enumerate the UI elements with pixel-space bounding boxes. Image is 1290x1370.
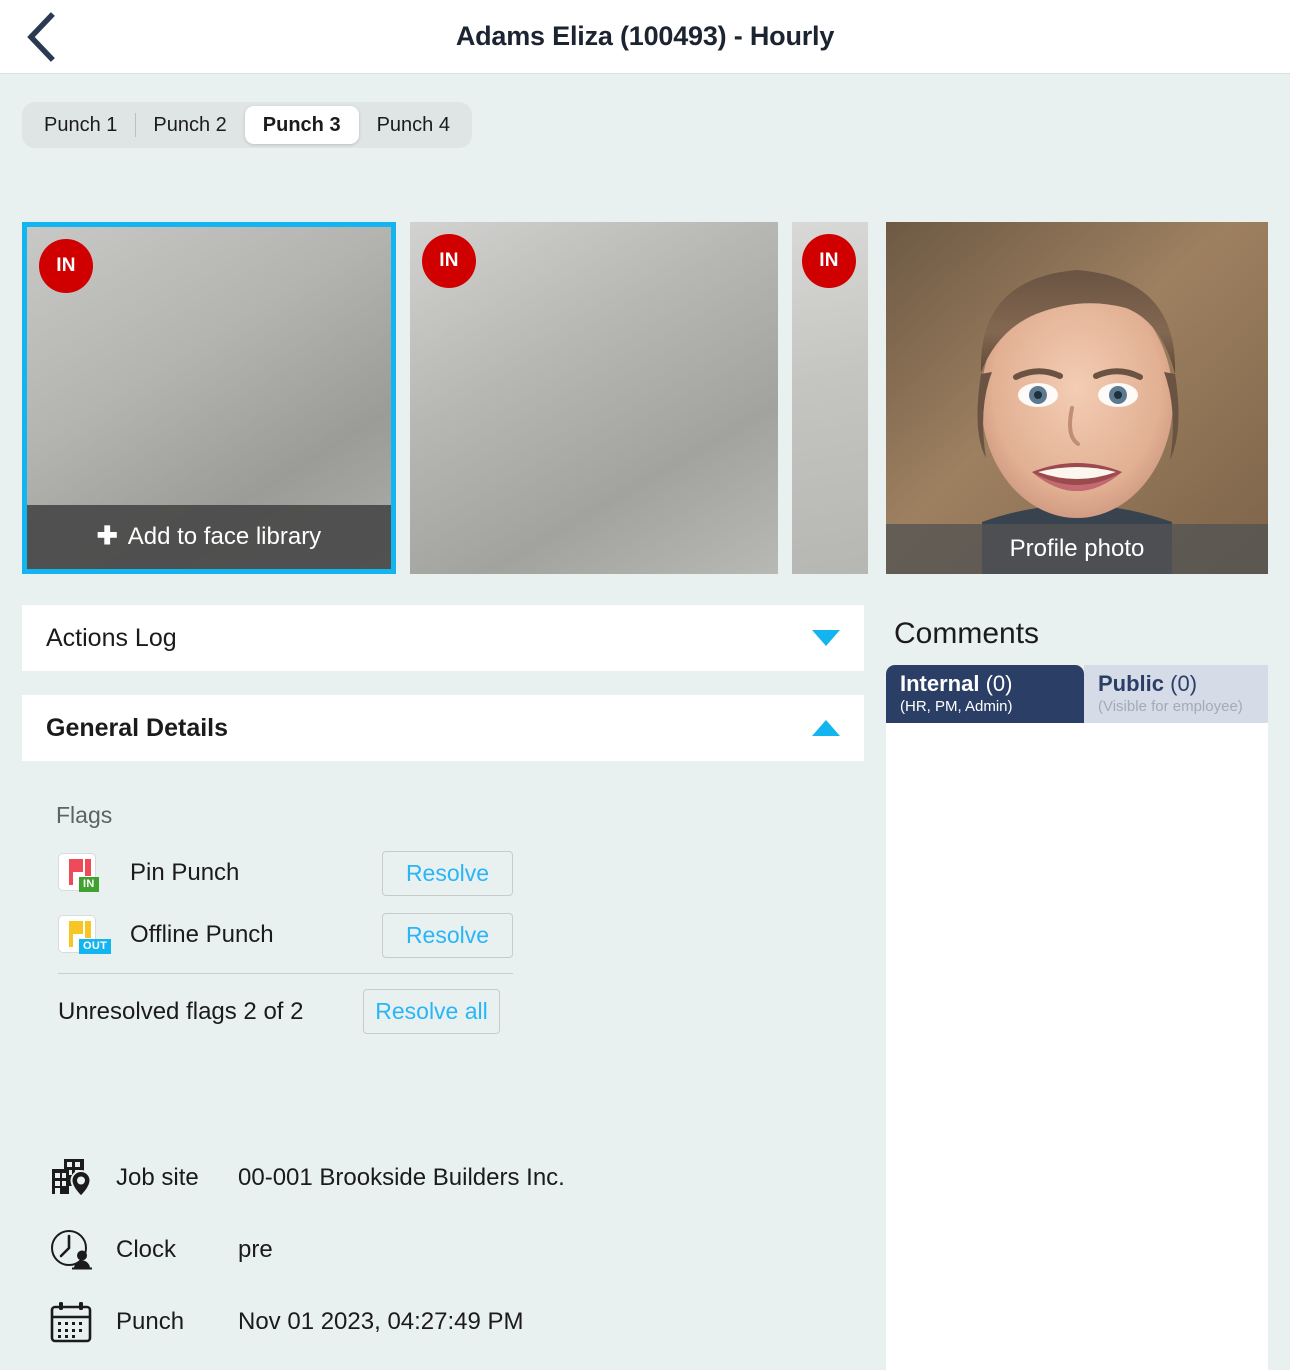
- chevron-down-icon[interactable]: [812, 630, 840, 646]
- add-to-face-library-label: Add to face library: [127, 523, 322, 550]
- tab-comments-internal-label: Internal: [900, 671, 980, 696]
- flags-list: IN Pin Punch Resolve OUT Offline Punch R…: [58, 842, 513, 966]
- flag-tag-out: OUT: [79, 939, 112, 954]
- flags-divider: [58, 973, 513, 974]
- detail-row-clock: Clock pre: [48, 1214, 565, 1286]
- tab-punch-4[interactable]: Punch 4: [359, 106, 468, 144]
- flag-row-offline-punch: OUT Offline Punch Resolve: [58, 904, 513, 966]
- comments-list-panel[interactable]: [886, 723, 1268, 1370]
- comments-title: Comments: [894, 617, 1040, 650]
- detail-row-network: Network: [48, 1358, 565, 1370]
- tab-punch-2[interactable]: Punch 2: [135, 106, 244, 144]
- punch-direction-badge: IN: [422, 234, 476, 288]
- add-to-face-library-button[interactable]: ✚ Add to face library: [27, 505, 391, 569]
- detail-row-job-site: Job site 00-001 Brookside Builders Inc.: [48, 1142, 565, 1214]
- job-site-icon: [48, 1155, 104, 1201]
- tab-comments-public-sub: (Visible for employee): [1098, 697, 1243, 715]
- tab-comments-internal-count: (0): [985, 671, 1013, 696]
- detail-value-clock: pre: [238, 1236, 273, 1263]
- punch-tab-group: Punch 1 Punch 2 Punch 3 Punch 4: [22, 102, 472, 148]
- punch-direction-badge: IN: [802, 234, 856, 288]
- tab-comments-public-label: Public: [1098, 671, 1165, 696]
- punch-direction-badge: IN: [39, 239, 93, 293]
- comments-tab-group: Internal (0) (HR, PM, Admin) Public (0) …: [886, 665, 1268, 723]
- profile-photo-image: [886, 222, 1268, 574]
- detail-value-job-site: 00-001 Brookside Builders Inc.: [238, 1164, 565, 1191]
- flag-name: Offline Punch: [130, 921, 274, 948]
- detail-value-punch: Nov 01 2023, 04:27:49 PM: [238, 1308, 524, 1335]
- unresolved-flags-row: Unresolved flags 2 of 2 Resolve all: [58, 989, 513, 1034]
- chevron-up-icon[interactable]: [812, 720, 840, 736]
- flag-yellow-out-icon: OUT: [58, 915, 112, 955]
- calendar-icon: [48, 1299, 104, 1345]
- tab-comments-public-count: (0): [1170, 671, 1198, 696]
- accordion-general-details[interactable]: General Details: [22, 695, 864, 761]
- tab-comments-internal-main: Internal (0): [900, 671, 1070, 697]
- detail-label: Clock: [116, 1236, 177, 1263]
- flag-name: Pin Punch: [130, 859, 240, 886]
- punch-photo-3[interactable]: IN: [792, 222, 868, 574]
- clock-person-icon: [48, 1227, 104, 1273]
- accordion-general-details-title: General Details: [46, 713, 229, 742]
- app-header: Adams Eliza (100493) - Hourly: [0, 0, 1290, 74]
- back-button[interactable]: [0, 0, 80, 74]
- chevron-left-icon: [23, 11, 57, 62]
- detail-label: Punch: [116, 1308, 185, 1335]
- accordion-actions-log[interactable]: Actions Log: [22, 605, 864, 671]
- resolve-pin-punch-button[interactable]: Resolve: [382, 850, 513, 896]
- general-details-list: Job site 00-001 Brookside Builders Inc. …: [48, 1142, 565, 1370]
- tab-punch-3[interactable]: Punch 3: [244, 106, 359, 144]
- page-title: Adams Eliza (100493) - Hourly: [455, 21, 835, 51]
- tab-comments-internal-sub: (HR, PM, Admin): [900, 697, 1013, 715]
- resolve-offline-punch-button[interactable]: Resolve: [382, 912, 513, 958]
- accordion-actions-log-title: Actions Log: [46, 623, 177, 652]
- tab-comments-public[interactable]: Public (0) (Visible for employee): [1084, 665, 1268, 723]
- punch-photo-1[interactable]: IN ✚ Add to face library: [22, 222, 396, 574]
- punch-photo-2[interactable]: IN: [410, 222, 778, 574]
- unresolved-flags-text: Unresolved flags 2 of 2: [58, 997, 304, 1025]
- flags-section-label: Flags: [56, 802, 113, 828]
- tab-comments-internal[interactable]: Internal (0) (HR, PM, Admin): [886, 665, 1084, 723]
- page-body: Punch 1 Punch 2 Punch 3 Punch 4 IN ✚ Add…: [0, 74, 1290, 1370]
- tab-comments-public-main: Public (0): [1098, 671, 1254, 697]
- detail-label: Job site: [116, 1164, 199, 1191]
- profile-photo-caption: Profile photo: [886, 524, 1268, 574]
- flag-tag-in: IN: [79, 877, 99, 892]
- flag-red-in-icon: IN: [58, 853, 104, 893]
- resolve-all-button[interactable]: Resolve all: [363, 989, 500, 1034]
- detail-row-punch: Punch Nov 01 2023, 04:27:49 PM: [48, 1286, 565, 1358]
- plus-icon: ✚: [96, 521, 118, 550]
- punch-photo-list: IN ✚ Add to face library IN IN: [22, 222, 868, 574]
- profile-photo-card[interactable]: Profile photo: [886, 222, 1268, 574]
- tab-punch-1[interactable]: Punch 1: [26, 106, 135, 144]
- flag-row-pin-punch: IN Pin Punch Resolve: [58, 842, 513, 904]
